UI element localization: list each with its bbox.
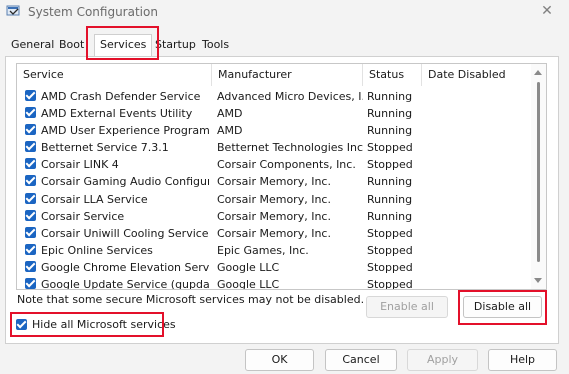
service-name: Corsair Gaming Audio Configurat...	[41, 175, 209, 189]
column-header-status[interactable]: Status	[363, 64, 422, 86]
scroll-up-icon[interactable]	[534, 70, 542, 75]
tab-strip: General Boot Services Startup Tools	[4, 34, 564, 57]
table-row[interactable]: AMD Crash Defender Service Advanced Micro…	[17, 88, 527, 105]
checkbox-checked-icon[interactable]	[16, 319, 27, 330]
status: Stopped	[367, 158, 413, 172]
column-header-manufacturer[interactable]: Manufacturer	[212, 64, 363, 86]
service-name: AMD User Experience Program D...	[41, 124, 209, 138]
checkbox-checked-icon[interactable]	[25, 192, 36, 204]
list-header: Service Manufacturer Status Date Disable…	[17, 64, 546, 86]
status: Stopped	[367, 278, 413, 290]
service-name: Google Chrome Elevation Servic...	[41, 260, 209, 274]
tab-tools[interactable]: Tools	[197, 36, 234, 54]
checkbox-checked-icon[interactable]	[25, 226, 36, 238]
column-header-date-disabled[interactable]: Date Disabled	[422, 64, 527, 86]
service-name: Google Update Service (gupdate)	[41, 278, 209, 290]
status: Stopped	[367, 141, 413, 155]
manufacturer: AMD	[217, 107, 243, 121]
checkbox-checked-icon[interactable]	[25, 90, 36, 101]
help-button[interactable]: Help	[488, 349, 557, 371]
service-name: AMD Crash Defender Service	[41, 90, 201, 103]
tab-startup[interactable]: Startup	[150, 36, 201, 54]
scrollbar-thumb[interactable]	[537, 82, 540, 262]
status: Stopped	[367, 260, 413, 274]
column-header-service[interactable]: Service	[17, 64, 212, 86]
checkbox-checked-icon[interactable]	[25, 260, 36, 272]
title-bar: System Configuration ✕	[0, 0, 569, 26]
service-name: Corsair Uniwill Cooling Service	[41, 226, 209, 240]
table-row[interactable]: Corsair Gaming Audio Configurat... Corsai…	[17, 173, 527, 190]
manufacturer: Betternet Technologies Inc.	[217, 141, 363, 155]
service-name: Betternet Service 7.3.1	[41, 141, 169, 155]
checkbox-checked-icon[interactable]	[25, 278, 36, 289]
table-row[interactable]: Corsair LLA Service Corsair Memory, Inc. R…	[17, 191, 527, 208]
apply-button[interactable]: Apply	[407, 349, 478, 371]
microsoft-services-note: Note that some secure Microsoft services…	[17, 293, 365, 306]
service-rows: AMD Crash Defender Service Advanced Micro…	[17, 88, 527, 290]
ok-button[interactable]: OK	[245, 349, 314, 371]
manufacturer: Corsair Memory, Inc.	[217, 209, 331, 223]
status: Stopped	[367, 226, 413, 240]
table-row[interactable]: Corsair Uniwill Cooling Service Corsair M…	[17, 225, 527, 242]
table-row[interactable]: AMD User Experience Program D... AMD Runni…	[17, 122, 527, 139]
service-name: Corsair LLA Service	[41, 192, 148, 206]
service-name: AMD External Events Utility	[41, 107, 193, 121]
service-name: Epic Online Services	[41, 243, 153, 257]
vertical-scrollbar[interactable]	[531, 64, 546, 289]
hide-microsoft-services-label: Hide all Microsoft services	[32, 318, 176, 331]
checkbox-checked-icon[interactable]	[25, 141, 36, 153]
manufacturer: Epic Games, Inc.	[217, 243, 309, 257]
service-name: Corsair Service	[41, 209, 125, 223]
close-icon[interactable]: ✕	[537, 2, 557, 20]
table-row[interactable]: Betternet Service 7.3.1 Betternet Technol…	[17, 139, 527, 156]
window-title: System Configuration	[28, 5, 158, 19]
services-list[interactable]: Service Manufacturer Status Date Disable…	[16, 63, 547, 290]
status: Running	[367, 209, 413, 223]
checkbox-checked-icon[interactable]	[25, 243, 36, 255]
msconfig-app-icon	[6, 5, 20, 16]
checkbox-checked-icon[interactable]	[25, 107, 36, 119]
disable-all-button[interactable]: Disable all	[463, 296, 542, 318]
manufacturer: AMD	[217, 124, 243, 138]
tab-general[interactable]: General	[6, 36, 59, 54]
status: Running	[367, 90, 413, 103]
enable-all-button[interactable]: Enable all	[366, 296, 448, 318]
manufacturer: Google LLC	[217, 278, 280, 290]
manufacturer: Google LLC	[217, 260, 280, 274]
table-row[interactable]: Corsair Service Corsair Memory, Inc. Runni…	[17, 208, 527, 225]
manufacturer: Corsair Memory, Inc.	[217, 175, 331, 189]
service-name: Corsair LINK 4	[41, 158, 119, 172]
manufacturer: Advanced Micro Devices, I...	[217, 90, 363, 103]
manufacturer: Corsair Memory, Inc.	[217, 192, 331, 206]
manufacturer: Corsair Memory, Inc.	[217, 226, 331, 240]
tab-services[interactable]: Services	[94, 34, 153, 57]
table-row[interactable]: Corsair LINK 4 Corsair Components, Inc. St…	[17, 156, 527, 173]
checkbox-checked-icon[interactable]	[25, 209, 36, 221]
status: Running	[367, 124, 413, 138]
table-row[interactable]: Epic Online Services Epic Games, Inc. Stop…	[17, 242, 527, 259]
table-row[interactable]: Google Update Service (gupdate) Google LL…	[17, 276, 527, 290]
tab-boot[interactable]: Boot	[54, 36, 89, 54]
checkbox-checked-icon[interactable]	[25, 158, 36, 170]
status: Running	[367, 175, 413, 189]
scroll-down-icon[interactable]	[534, 278, 542, 283]
status: Stopped	[367, 243, 413, 257]
table-row[interactable]: AMD External Events Utility AMD Running	[17, 105, 527, 122]
checkbox-checked-icon[interactable]	[25, 124, 36, 136]
checkbox-checked-icon[interactable]	[25, 175, 36, 187]
status: Running	[367, 107, 413, 121]
status: Running	[367, 192, 413, 206]
cancel-button[interactable]: Cancel	[325, 349, 397, 371]
table-row[interactable]: Google Chrome Elevation Servic... Google …	[17, 259, 527, 276]
manufacturer: Corsair Components, Inc.	[217, 158, 356, 172]
